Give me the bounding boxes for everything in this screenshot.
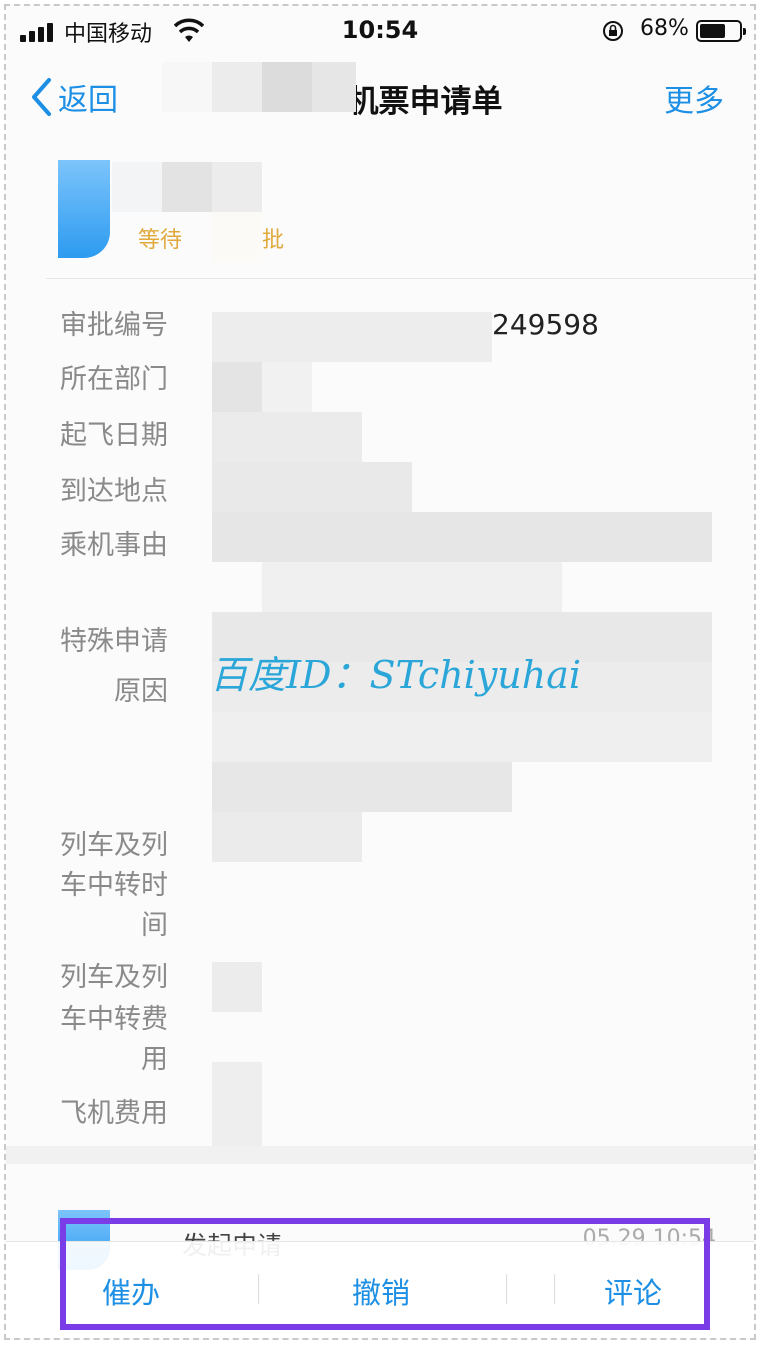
train-transfer-time-label-line2: 车中转时	[60, 870, 168, 901]
approval-number-label: 审批编号	[60, 310, 168, 341]
battery-icon	[696, 20, 746, 42]
battery-percent: 68%	[640, 16, 689, 41]
section-separator	[6, 1146, 754, 1164]
redacted-block	[212, 212, 262, 262]
status-bar: 中国移动 10:54 68%	[6, 6, 754, 58]
rotation-lock-icon	[603, 21, 623, 41]
special-reason-label-line2: 原因	[114, 676, 168, 707]
redacted-block	[212, 62, 262, 112]
battery-fill	[700, 24, 725, 38]
navigation-bar: 返回 机票申请单 更多	[6, 58, 754, 138]
department-label: 所在部门	[60, 364, 168, 395]
watermark: 百度ID：STchiyuhai	[210, 653, 582, 697]
flight-cost-label: 飞机费用	[60, 1098, 168, 1129]
destination-label: 到达地点	[60, 476, 168, 507]
train-transfer-time-label-line3: 间	[141, 910, 168, 941]
highlight-annotation	[60, 1218, 710, 1330]
train-transfer-cost-label-line2: 车中转费	[60, 1004, 168, 1035]
train-transfer-time-label-line1: 列车及列	[60, 830, 168, 861]
approval-number-value: 249598	[492, 308, 599, 341]
redacted-block	[212, 162, 262, 212]
redacted-block	[162, 62, 212, 112]
train-transfer-cost-label-line3: 用	[141, 1044, 168, 1075]
page-title: 机票申请单	[347, 84, 503, 120]
redacted-block	[162, 162, 212, 212]
redacted-block	[112, 162, 162, 212]
section-divider	[46, 278, 754, 279]
more-button[interactable]: 更多	[664, 76, 724, 120]
departure-date-label: 起飞日期	[60, 420, 168, 451]
train-transfer-cost-label-line1: 列车及列	[60, 962, 168, 993]
screenshot-frame: 中国移动 10:54 68% 返回 机票申请单 更多 等待 批 审批编号 249…	[4, 4, 756, 1340]
redacted-block	[262, 62, 312, 112]
redacted-block	[312, 62, 356, 112]
avatar	[58, 160, 110, 258]
special-reason-label-line1: 特殊申请	[60, 626, 168, 657]
flight-reason-label: 乘机事由	[60, 530, 168, 561]
